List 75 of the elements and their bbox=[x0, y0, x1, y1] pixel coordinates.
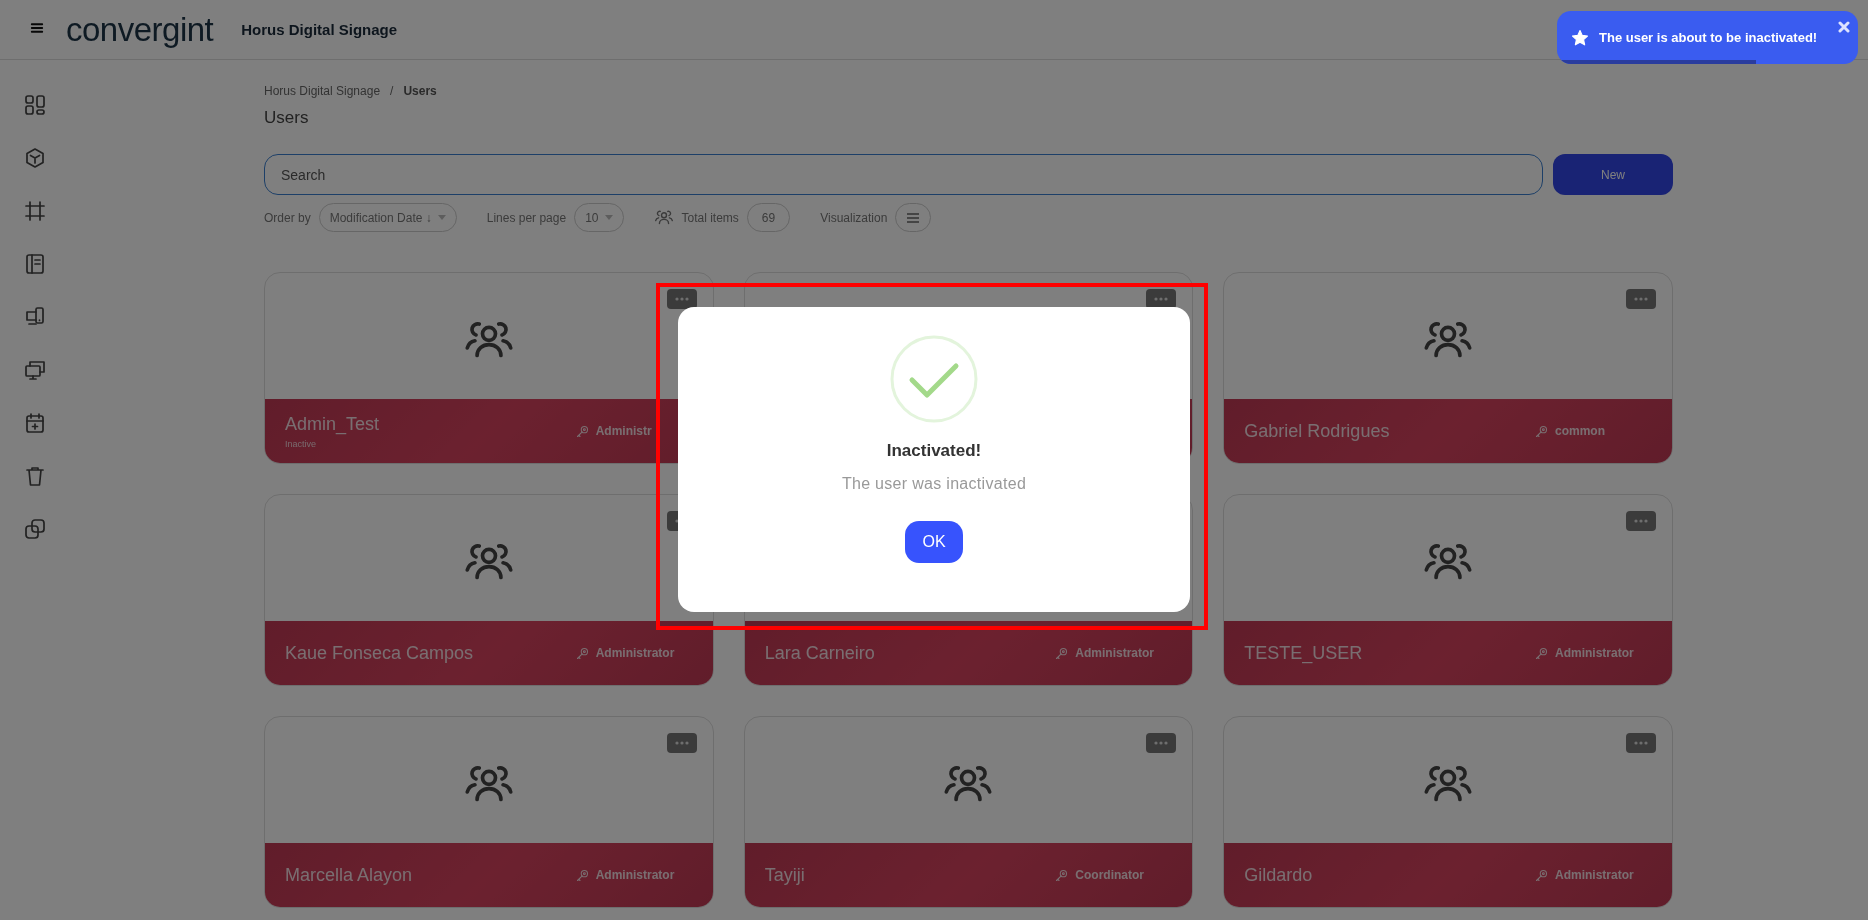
key-icon bbox=[1534, 867, 1549, 883]
check-icon bbox=[890, 335, 978, 423]
list-view-button[interactable] bbox=[895, 203, 932, 232]
order-by-dropdown[interactable]: Modification Date ↓ bbox=[318, 203, 457, 232]
notebook-icon bbox=[23, 252, 47, 276]
monitors-icon bbox=[23, 358, 47, 382]
breadcrumb-item: Users bbox=[403, 84, 437, 98]
key-icon bbox=[574, 423, 590, 439]
dots-icon bbox=[1634, 741, 1648, 745]
user-name: Lara Carneiro bbox=[764, 642, 875, 664]
calendar-add-icon bbox=[23, 411, 47, 435]
dots-icon bbox=[674, 297, 689, 301]
dashboard-icon bbox=[23, 93, 47, 117]
list-icon bbox=[906, 211, 921, 224]
dots-icon bbox=[1634, 519, 1648, 523]
search-field[interactable]: Search bbox=[264, 154, 1543, 195]
key-icon bbox=[574, 867, 590, 883]
key-icon bbox=[1534, 423, 1549, 439]
lines-per-page-dropdown[interactable]: 10 bbox=[574, 203, 624, 232]
close-button[interactable] bbox=[1838, 21, 1850, 33]
caret-icon bbox=[437, 215, 446, 220]
key-icon bbox=[574, 645, 590, 661]
cube-icon bbox=[23, 146, 47, 170]
dots-icon bbox=[1634, 297, 1648, 301]
trash-icon bbox=[23, 464, 47, 488]
user-role: Administrator bbox=[595, 868, 675, 882]
more-button[interactable] bbox=[1146, 289, 1177, 309]
filter-label: Total items bbox=[681, 210, 739, 225]
user-role: common bbox=[1555, 424, 1605, 438]
key-icon bbox=[1534, 645, 1549, 661]
copy-icon bbox=[23, 517, 47, 541]
user-name: Kaue Fonseca Campos bbox=[285, 642, 474, 664]
user-role: Administrator bbox=[595, 646, 675, 660]
user-role: Coordinator bbox=[1075, 868, 1144, 882]
star-icon bbox=[1571, 28, 1589, 47]
user-card[interactable]: Tayiji Coordinator bbox=[743, 716, 1194, 908]
user-card[interactable]: Gildardo Administrator bbox=[1223, 716, 1673, 908]
app-title: Horus Digital Signage bbox=[241, 21, 398, 38]
user-status: Inactive bbox=[285, 438, 318, 449]
user-card[interactable]: Gabriel Rodrigues common bbox=[1223, 272, 1673, 464]
user-card[interactable]: Admin_Test Inactive Administr bbox=[264, 272, 714, 464]
ok-button[interactable]: OK bbox=[905, 521, 963, 563]
crop-frame-icon bbox=[23, 199, 47, 223]
user-name: TESTE_USER bbox=[1244, 642, 1363, 664]
logo: convergint bbox=[66, 10, 214, 49]
user-name: Tayiji bbox=[764, 864, 805, 886]
total-items-count: 69 bbox=[746, 203, 791, 232]
key-icon bbox=[1054, 645, 1070, 661]
new-button[interactable]: New bbox=[1553, 154, 1673, 195]
key-icon bbox=[1054, 867, 1070, 883]
breadcrumb-item[interactable]: Horus Digital Signage bbox=[264, 84, 381, 98]
dots-icon bbox=[674, 741, 689, 745]
dots-icon bbox=[1154, 297, 1169, 301]
user-role: Administrator bbox=[1555, 646, 1634, 660]
user-role: Administrator bbox=[1075, 646, 1154, 660]
caret-icon bbox=[604, 215, 613, 220]
page-title: Users bbox=[264, 108, 310, 128]
user-name: Marcella Alayon bbox=[285, 864, 413, 886]
breadcrumb-separator: / bbox=[390, 84, 394, 98]
user-card[interactable]: Kaue Fonseca Campos Administrator bbox=[264, 494, 714, 686]
user-role: Administrator bbox=[1555, 868, 1634, 882]
toast-message: The user is about to be inactivated! bbox=[1599, 30, 1818, 45]
more-button[interactable] bbox=[666, 289, 697, 309]
user-card[interactable]: TESTE_USER Administrator bbox=[1223, 494, 1673, 686]
dialog-title: Inactivated! bbox=[886, 441, 982, 461]
filter-label: Order by bbox=[264, 210, 311, 225]
dots-icon bbox=[1154, 741, 1169, 745]
filter-label: Visualization bbox=[820, 210, 888, 225]
user-name: Admin_Test bbox=[285, 413, 380, 435]
dialog-message: The user was inactivated bbox=[841, 475, 1027, 493]
user-name: Gabriel Rodrigues bbox=[1244, 420, 1390, 442]
user-name: Gildardo bbox=[1244, 864, 1313, 886]
user-role: Administr bbox=[595, 424, 652, 438]
filter-label: Lines per page bbox=[486, 210, 567, 225]
user-card[interactable]: Marcella Alayon Administrator bbox=[264, 716, 714, 908]
